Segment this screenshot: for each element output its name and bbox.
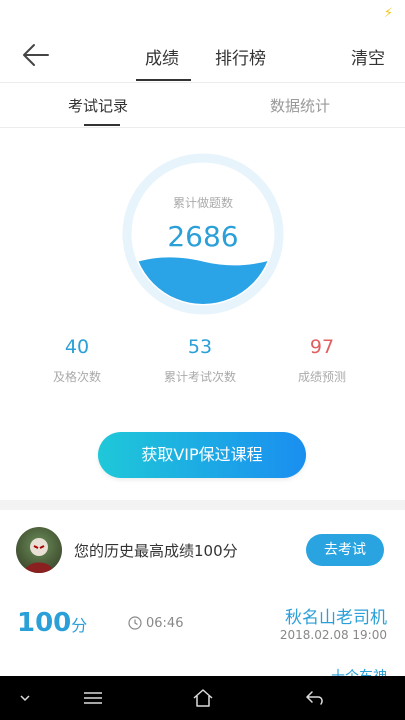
record-title: 秋名山老司机 <box>285 608 387 628</box>
sub-tabs: 考试记录 数据统计 <box>0 83 405 128</box>
status-bar: ⚡ <box>0 0 405 30</box>
avatar <box>16 527 62 573</box>
menu-icon[interactable] <box>82 686 104 710</box>
tab-statistics[interactable]: 数据统计 <box>270 95 330 116</box>
clear-button[interactable]: 清空 <box>351 44 385 69</box>
stat-value: 97 <box>309 336 335 358</box>
duration-value: 06:46 <box>146 616 184 631</box>
stat-label: 及格次数 <box>52 370 101 384</box>
score-value: 100 <box>17 608 72 638</box>
active-subtab-indicator <box>84 124 120 126</box>
tab-leaderboard[interactable]: 排行榜 <box>215 44 266 69</box>
vip-course-button[interactable]: 获取VIP保过课程 <box>98 432 306 478</box>
top-nav: 成绩 排行榜 清空 <box>0 30 405 83</box>
back-nav-icon[interactable] <box>303 686 327 710</box>
stat-exam-count: 53 累计考试次数 <box>140 336 260 385</box>
home-icon[interactable] <box>191 686 215 710</box>
record-date: 2018.02.08 19:00 <box>279 628 387 642</box>
stat-score-prediction: 97 成绩预测 <box>262 336 382 385</box>
go-exam-button[interactable]: 去考试 <box>306 534 384 566</box>
stat-label: 成绩预测 <box>297 370 346 384</box>
stat-pass-count: 40 及格次数 <box>17 336 137 385</box>
section-divider <box>0 500 405 510</box>
score-unit: 分 <box>71 616 88 635</box>
record-score: 100分 <box>17 608 87 638</box>
clock-icon <box>128 616 142 630</box>
stat-value: 40 <box>64 336 90 358</box>
tab-scores[interactable]: 成绩 <box>145 44 179 69</box>
stat-value: 53 <box>187 336 213 358</box>
record-duration: 06:46 <box>128 616 183 631</box>
system-nav-bar <box>0 676 405 720</box>
circle-label: 累计做题数 <box>172 196 233 210</box>
best-score-text: 您的历史最高成绩100分 <box>74 542 238 560</box>
back-arrow-icon[interactable] <box>20 42 50 68</box>
lightning-icon: ⚡ <box>383 6 393 21</box>
chevron-down-icon[interactable] <box>17 686 33 710</box>
progress-circle: 累计做题数 2686 <box>121 152 285 316</box>
tab-exam-records[interactable]: 考试记录 <box>68 95 128 116</box>
stat-label: 累计考试次数 <box>163 370 236 384</box>
total-questions-value: 2686 <box>167 220 239 253</box>
active-tab-indicator <box>136 79 191 81</box>
